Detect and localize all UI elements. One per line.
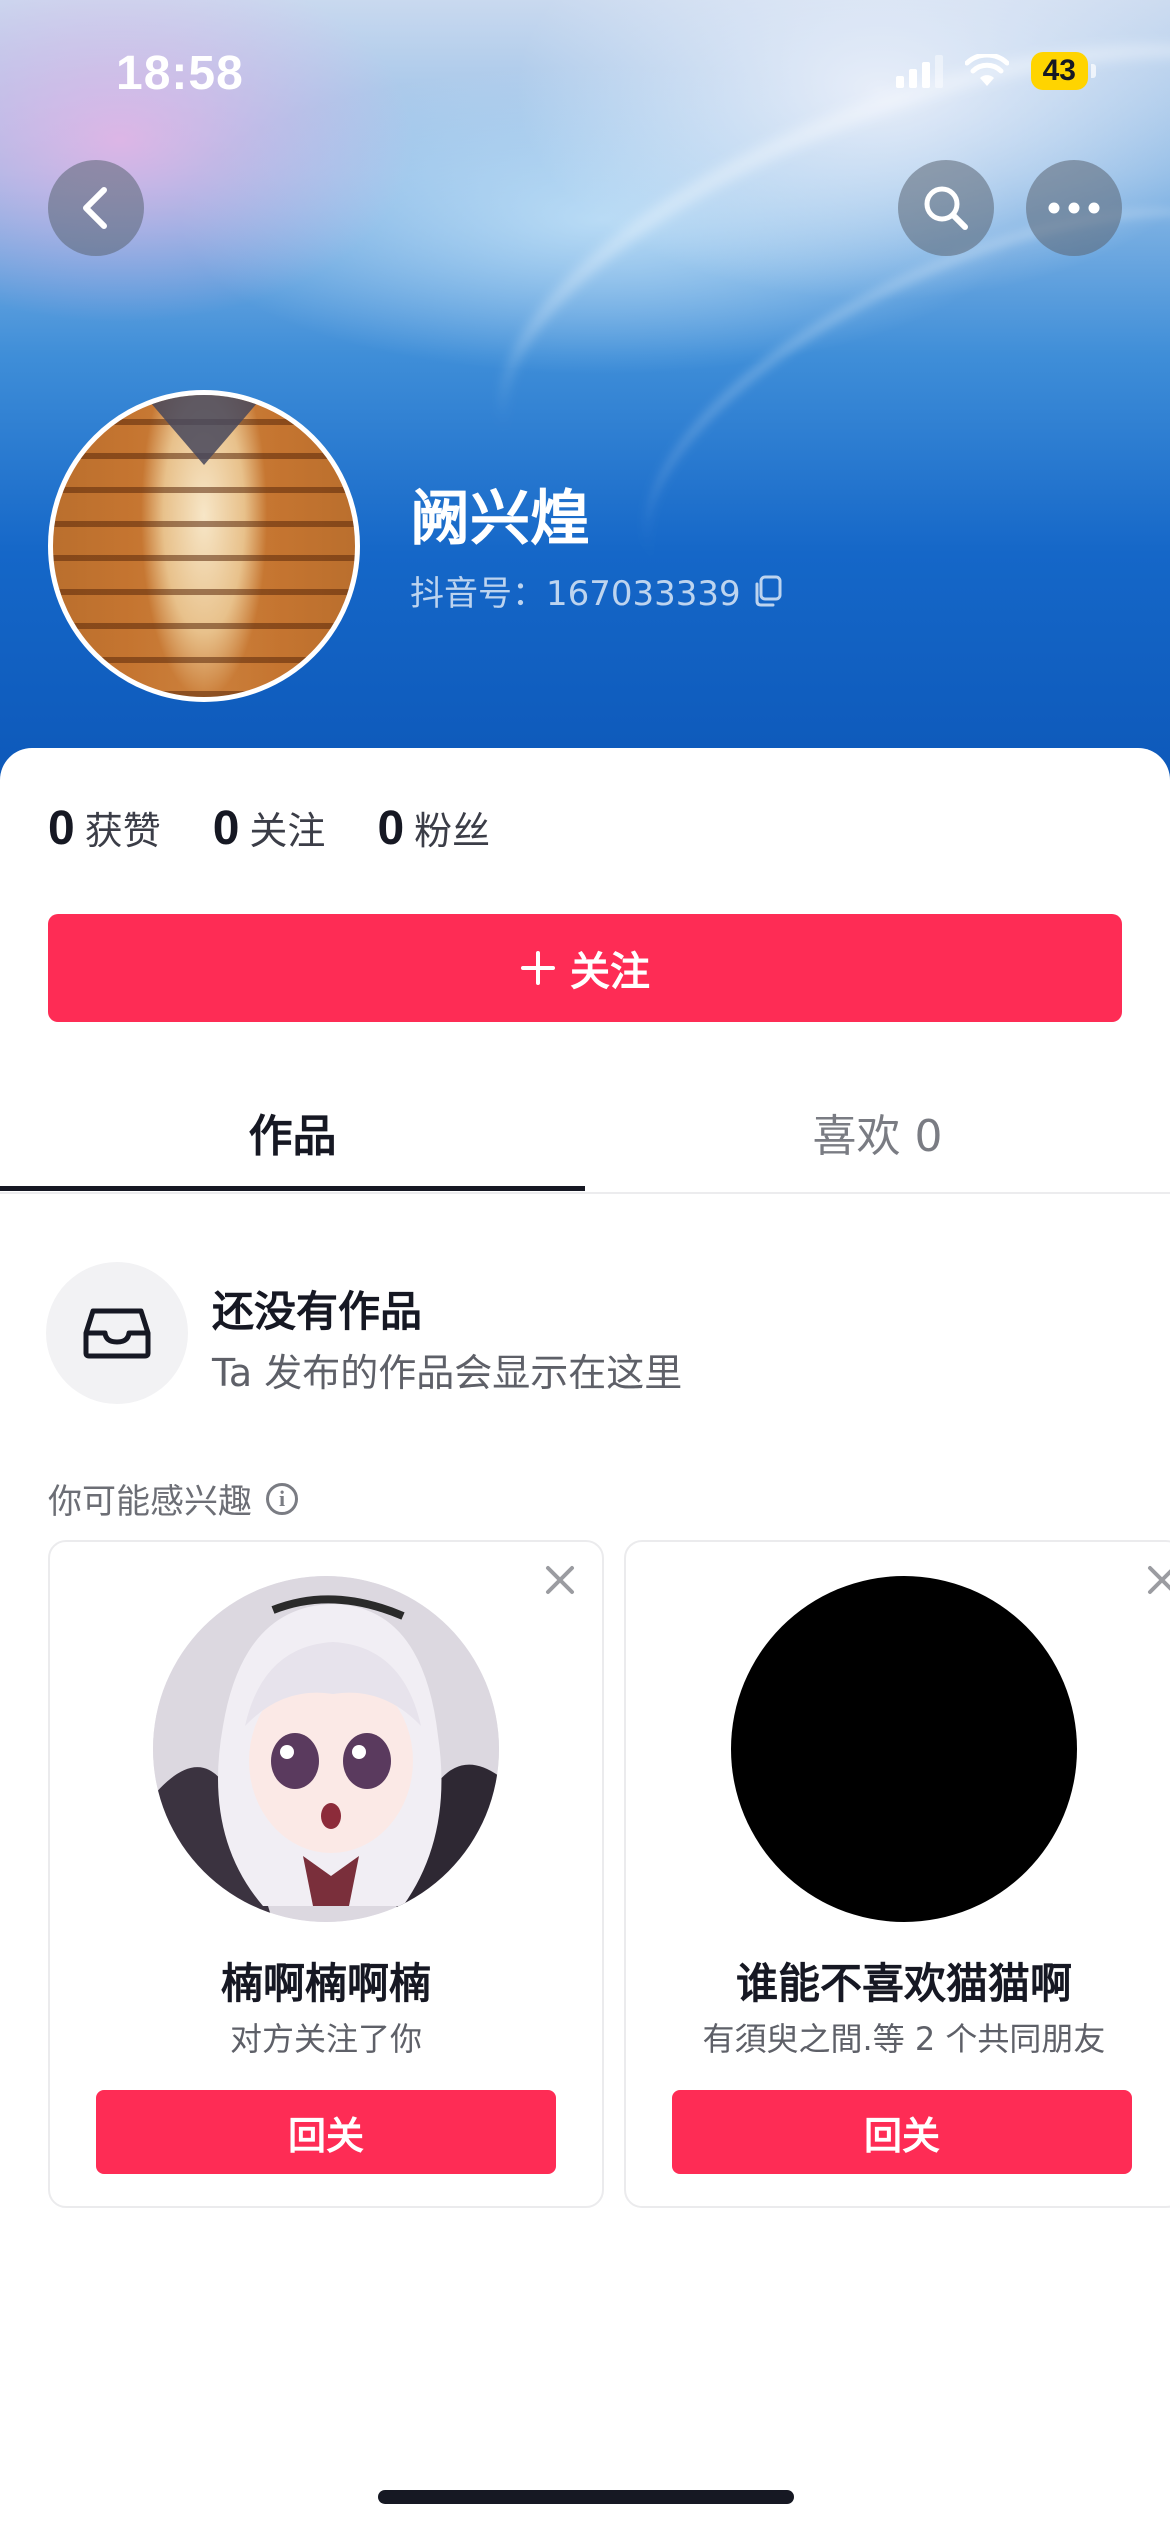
home-indicator[interactable] <box>378 2490 794 2504</box>
profile-avatar[interactable] <box>48 390 360 702</box>
stat-label: 粉丝 <box>414 809 491 853</box>
profile-stats: 0 获赞 0 关注 0 粉丝 <box>48 800 490 856</box>
stat-value: 0 <box>48 802 75 855</box>
close-icon[interactable] <box>1142 1560 1170 1600</box>
douyin-id-text: 抖音号：167033339 <box>410 574 741 614</box>
user-avatar[interactable] <box>731 1576 1077 1922</box>
stat-likes[interactable]: 0 获赞 <box>48 800 161 856</box>
close-icon[interactable] <box>540 1560 580 1600</box>
stat-value: 0 <box>212 802 240 855</box>
follow-button[interactable]: 关注 <box>48 914 1122 1022</box>
stat-label: 关注 <box>249 809 326 853</box>
follow-back-button[interactable]: 回关 <box>672 2090 1132 2174</box>
more-icon <box>1048 202 1100 214</box>
more-button[interactable] <box>1026 160 1122 256</box>
cellular-signal-icon <box>895 54 943 88</box>
empty-state-icon-container <box>46 1262 188 1404</box>
status-icons: 43 <box>895 52 1097 90</box>
user-name[interactable]: 谁能不喜欢猫猫啊 <box>626 1950 1170 2011</box>
stat-following[interactable]: 0 关注 <box>213 800 326 856</box>
empty-state-title: 还没有作品 <box>212 1287 423 1336</box>
user-avatar[interactable] <box>153 1576 499 1922</box>
search-button[interactable] <box>898 160 994 256</box>
recommendation-card[interactable]: 楠啊楠啊楠 对方关注了你 回关 <box>48 1540 604 2208</box>
stat-value: 0 <box>377 802 405 855</box>
stat-followers[interactable]: 0 粉丝 <box>377 800 490 856</box>
wifi-icon <box>964 54 1009 86</box>
info-icon[interactable]: i <box>266 1482 298 1515</box>
chevron-left-icon <box>83 187 107 229</box>
user-relation: 对方关注了你 <box>229 2020 422 2058</box>
battery-indicator: 43 <box>1030 52 1097 90</box>
stat-label: 获赞 <box>84 809 161 853</box>
plus-icon <box>521 951 555 985</box>
tab-likes[interactable]: 喜欢 0 <box>585 1100 1170 1164</box>
recommendation-card[interactable]: 谁能不喜欢猫猫啊 有須臾之間.等 2 个共同朋友 回关 <box>624 1540 1170 2208</box>
follow-back-button[interactable]: 回关 <box>96 2090 556 2174</box>
user-relation: 有須臾之間.等 2 个共同朋友 <box>702 2020 1106 2058</box>
follow-button-label: 关注 <box>570 949 650 995</box>
profile-name: 阙兴煌 <box>410 484 590 554</box>
search-icon <box>924 186 968 230</box>
status-time: 18:58 <box>116 47 244 100</box>
douyin-id[interactable]: 抖音号：167033339 <box>410 566 783 615</box>
empty-state-subtitle: Ta 发布的作品会显示在这里 <box>212 1351 683 1395</box>
user-name[interactable]: 楠啊楠啊楠 <box>50 1950 602 2011</box>
recommendations-header: 你可能感兴趣 i <box>48 1474 298 1523</box>
tab-divider <box>0 1192 1170 1194</box>
inbox-icon <box>83 1308 151 1359</box>
copy-icon[interactable] <box>753 575 783 607</box>
active-tab-indicator <box>0 1186 585 1191</box>
tab-works[interactable]: 作品 <box>0 1100 585 1164</box>
recommendations-title: 你可能感兴趣 <box>48 1482 252 1522</box>
back-button[interactable] <box>48 160 144 256</box>
